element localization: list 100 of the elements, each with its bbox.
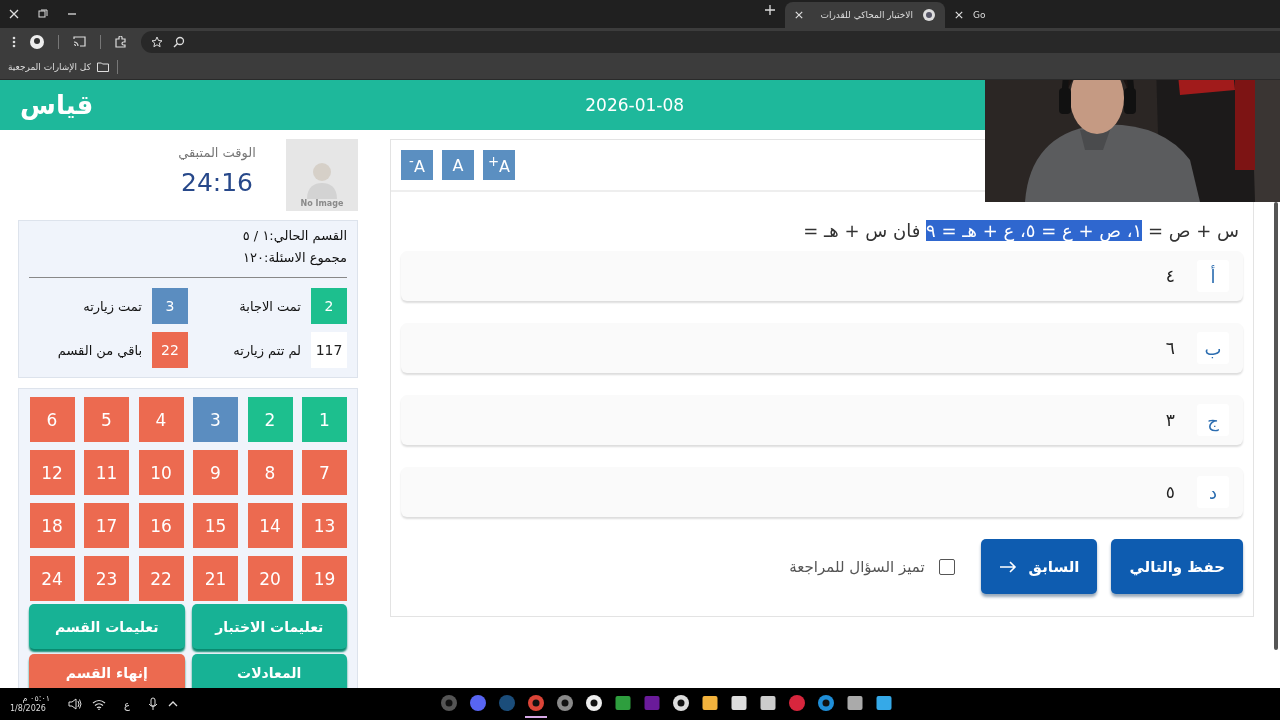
- answer-option[interactable]: د ٥: [401, 467, 1243, 517]
- question-number[interactable]: 4: [138, 397, 184, 442]
- cast-icon[interactable]: [73, 36, 86, 47]
- zoom-icon[interactable]: [173, 35, 185, 48]
- panel-button[interactable]: إنهاء القسم: [29, 654, 185, 688]
- scrollbar[interactable]: [1274, 202, 1278, 650]
- question-number[interactable]: 22: [138, 556, 184, 601]
- option-text: ٦: [1165, 338, 1175, 358]
- question-number[interactable]: 1: [302, 397, 347, 442]
- question-number[interactable]: 3: [193, 397, 238, 442]
- app-icon: [613, 694, 632, 712]
- input-language[interactable]: ع: [124, 698, 130, 710]
- timer-label: الوقت المتبقي: [178, 145, 256, 160]
- microphone-icon[interactable]: [147, 697, 158, 711]
- question-number[interactable]: 7: [302, 450, 347, 495]
- previous-button[interactable]: السابق: [980, 539, 1098, 594]
- stat-label: تمت الاجابة: [239, 298, 301, 314]
- question-number[interactable]: 9: [193, 450, 238, 495]
- star-icon[interactable]: [151, 35, 163, 48]
- exam-date: 2026-01-08: [585, 95, 685, 115]
- section-info: القسم الحالي:١ / ٥: [241, 227, 347, 246]
- favicon-icon: [923, 9, 935, 21]
- extensions-icon[interactable]: [115, 35, 127, 48]
- question-number[interactable]: 6: [29, 397, 75, 442]
- panel-button[interactable]: المعادلات: [191, 654, 347, 688]
- stat-count: 2: [311, 288, 347, 324]
- answer-option[interactable]: ج ٣: [401, 395, 1243, 445]
- speaker-icon[interactable]: [68, 698, 82, 710]
- question-number[interactable]: 16: [138, 503, 184, 548]
- stat-label: تمت زيارته: [83, 298, 142, 314]
- question-number[interactable]: 11: [84, 450, 129, 495]
- folder-icon: [96, 62, 109, 72]
- clock-time[interactable]: ٠٥:٠١ م: [10, 694, 50, 704]
- close-icon[interactable]: [9, 9, 19, 19]
- option-text: ٥: [1165, 482, 1175, 502]
- menu-icon[interactable]: [12, 35, 16, 48]
- browser-tab[interactable]: Go: [945, 2, 1280, 28]
- question-number[interactable]: 5: [84, 397, 129, 442]
- app-icon: [671, 694, 690, 712]
- wifi-icon[interactable]: [92, 698, 106, 710]
- option-letter: د: [1197, 476, 1229, 508]
- app-icon: [700, 694, 719, 712]
- question-number[interactable]: 19: [302, 556, 347, 601]
- app-icon: [439, 694, 458, 712]
- stat-count: 3: [152, 288, 188, 324]
- option-letter: أ: [1197, 260, 1229, 292]
- app-icon: [874, 694, 893, 712]
- save-next-button[interactable]: حفظ والتالي: [1111, 539, 1243, 594]
- question-number[interactable]: 24: [29, 556, 75, 601]
- restore-icon[interactable]: [38, 9, 48, 19]
- stat-label: لم تتم زيارته: [233, 342, 301, 358]
- question-number[interactable]: 18: [29, 503, 75, 548]
- arrow-icon: [998, 560, 1017, 573]
- font-size-button[interactable]: A: [442, 150, 474, 180]
- question-number[interactable]: 10: [138, 450, 184, 495]
- app-icon: [497, 694, 516, 712]
- close-icon[interactable]: [955, 11, 963, 19]
- question-number[interactable]: 15: [193, 503, 238, 548]
- browser-tab[interactable]: الاختبار المحاكي للقدرات: [785, 2, 945, 28]
- timer-value: 24:16: [181, 168, 254, 197]
- option-text: ٣: [1165, 410, 1175, 430]
- review-label: تميز السؤال للمراجعة: [789, 557, 925, 576]
- font-size-button[interactable]: A$^{-}$: [401, 150, 433, 180]
- question-number[interactable]: 13: [302, 503, 347, 548]
- chevron-up-icon[interactable]: [167, 701, 178, 707]
- app-icon: [584, 694, 603, 712]
- stat-count: 117: [311, 332, 347, 368]
- question-number[interactable]: 14: [247, 503, 293, 548]
- bookmark-folder[interactable]: كل الإشارات المرجعية: [8, 62, 91, 72]
- question-number[interactable]: 21: [193, 556, 238, 601]
- stat-count: 22: [152, 332, 188, 368]
- panel-button[interactable]: تعليمات الاختبار: [191, 604, 347, 649]
- question-number[interactable]: 23: [84, 556, 129, 601]
- checkbox[interactable]: [938, 558, 955, 575]
- question-number[interactable]: 17: [84, 503, 129, 548]
- panel-button[interactable]: تعليمات القسم: [29, 604, 185, 649]
- profile-icon[interactable]: [30, 34, 44, 49]
- question-number[interactable]: 12: [29, 450, 75, 495]
- question-total: مجموع الاسئلة:١٢٠: [242, 249, 347, 268]
- option-text: ٤: [1165, 266, 1175, 286]
- person-silhouette-icon: [305, 161, 339, 199]
- option-letter: ب: [1197, 332, 1229, 364]
- app-icon: [845, 694, 864, 712]
- app-icon: [642, 694, 661, 712]
- stat-label: باقي من القسم: [57, 342, 142, 358]
- app-icon: [816, 694, 835, 712]
- avatar-caption: No Image: [300, 199, 344, 208]
- font-size-button[interactable]: A$^{+}$: [483, 150, 515, 180]
- app-icon: [555, 694, 574, 712]
- new-tab-icon[interactable]: [765, 4, 775, 15]
- question-number[interactable]: 8: [247, 450, 293, 495]
- app-icon: [758, 694, 777, 712]
- answer-option[interactable]: ب ٦: [401, 323, 1243, 373]
- question-number[interactable]: 2: [247, 397, 293, 442]
- answer-option[interactable]: أ ٤: [401, 251, 1243, 301]
- close-icon[interactable]: [795, 11, 803, 19]
- clock-date[interactable]: 1/8/2026: [10, 704, 50, 714]
- question-number[interactable]: 20: [247, 556, 293, 601]
- app-icon: [526, 694, 545, 712]
- app-icon: [787, 694, 806, 712]
